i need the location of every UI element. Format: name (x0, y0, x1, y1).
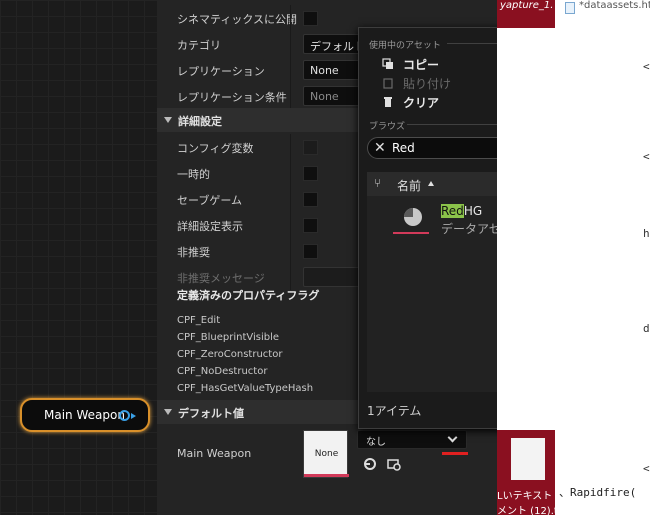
data-asset-icon (404, 208, 422, 226)
property-row-main-weapon: Main Weapon None なし (157, 423, 497, 485)
category-combo[interactable]: デフォルト (303, 34, 363, 54)
divider (290, 134, 291, 160)
flag-item: CPF_Edit (177, 315, 221, 326)
code-glyph: h (643, 227, 650, 240)
copy-label: コピー (403, 57, 440, 72)
output-pin-icon[interactable] (119, 410, 130, 421)
property-label: コンフィグ変数 (177, 142, 254, 155)
desktop-file-top[interactable]: yapture_1. (497, 0, 555, 28)
browse-header: ブラウズ (369, 122, 406, 132)
column-name-header[interactable]: 名前 (397, 177, 421, 194)
file-name-line1: Lいテキスト (497, 491, 553, 502)
use-selected-icon[interactable] (362, 456, 378, 472)
trash-icon (381, 95, 395, 109)
flag-item: CPF_NoDestructor (177, 366, 268, 377)
divider (290, 83, 291, 109)
paste-menu-item[interactable]: 貼り付け (381, 74, 451, 92)
pin-arrow-icon (131, 413, 136, 419)
property-label: カテゴリ (177, 39, 221, 52)
browse-asset-icon[interactable] (386, 456, 402, 472)
code-glyph: d (643, 322, 650, 335)
asset-name-rest: HG (463, 204, 483, 218)
code-line: 、Rapidfire( (559, 486, 637, 499)
copy-icon (381, 57, 395, 71)
asset-picker-value: なし (366, 437, 386, 448)
property-label: 非推奨メッセージ (177, 272, 265, 285)
divider (290, 5, 291, 31)
property-label: Main Weapon (177, 447, 252, 460)
copy-menu-item[interactable]: コピー (381, 55, 439, 73)
blueprint-graph[interactable]: Main Weapon (0, 0, 157, 515)
deprecation-message-input[interactable] (303, 267, 363, 287)
code-glyph: < (643, 60, 650, 73)
current-asset-header: 使用中のアセット (369, 41, 441, 51)
branch-icon[interactable]: ⑂ (374, 176, 381, 190)
item-count: 1アイテム (367, 404, 422, 418)
flag-item: CPF_BlueprintVisible (177, 332, 280, 343)
divider (290, 57, 291, 83)
advanced-display-checkbox[interactable] (303, 218, 318, 233)
annotation-underline (442, 452, 468, 455)
replication-combo[interactable]: None (303, 60, 363, 80)
background-desktop: yapture_1. *dataassets.ht < < h d < Lいテキ… (497, 0, 650, 515)
property-label: レプリケーション (177, 65, 265, 78)
divider (290, 31, 291, 57)
property-label: シネマティックスに公開 (177, 13, 298, 26)
node-label: Main Weapon (44, 408, 125, 422)
section-title: デフォルト値 (178, 407, 244, 420)
savegame-checkbox[interactable] (303, 192, 318, 207)
property-label: セーブゲーム (177, 194, 243, 207)
flag-item: CPF_HasGetValueTypeHash (177, 383, 314, 394)
clear-search-icon[interactable]: ✕ (374, 140, 386, 156)
clear-label: クリア (403, 95, 440, 110)
code-glyph: < (643, 150, 650, 163)
paste-label: 貼り付け (403, 76, 452, 91)
divider (290, 160, 291, 186)
divider (290, 212, 291, 238)
property-flags-title: 定義済みのプロパティフラグ (177, 289, 320, 302)
desktop-file-bottom[interactable]: Lいテキスト メント (12).t (497, 430, 558, 515)
paste-icon (381, 76, 395, 90)
asset-name: RedHG (441, 204, 482, 218)
asset-name-match: Red (441, 204, 464, 218)
transient-checkbox[interactable] (303, 166, 318, 181)
config-variable-checkbox[interactable] (303, 140, 318, 155)
editor-tab[interactable]: *dataassets.ht (579, 0, 650, 11)
clear-menu-item[interactable]: クリア (381, 93, 439, 111)
property-label: 非推奨 (177, 246, 210, 259)
text-file-icon (511, 438, 545, 480)
deprecated-checkbox[interactable] (303, 244, 318, 259)
variable-node-main-weapon[interactable]: Main Weapon (20, 398, 150, 432)
document-icon (565, 2, 575, 14)
file-name: yapture_1. (500, 0, 554, 11)
flag-item: CPF_ZeroConstructor (177, 349, 283, 360)
divider (290, 186, 291, 212)
thumbnail-color-bar (304, 474, 349, 477)
code-glyph: < (643, 462, 650, 475)
property-label: 一時的 (177, 168, 210, 181)
asset-picker-combo[interactable]: なし (357, 430, 467, 449)
thumbnail-label: None (314, 449, 339, 459)
divider (290, 238, 291, 264)
file-name-line2: メント (12).t (497, 506, 558, 515)
chevron-down-icon (447, 432, 458, 443)
sort-ascending-icon (428, 181, 434, 186)
property-label: 詳細設定表示 (177, 220, 243, 233)
replication-condition-combo[interactable]: None (303, 86, 363, 106)
collapse-arrow-icon (164, 117, 172, 123)
section-title: 詳細設定 (178, 115, 222, 128)
asset-thumbnail[interactable]: None (303, 430, 349, 478)
property-label: レプリケーション条件 (177, 91, 287, 104)
asset-type-color-bar (393, 232, 429, 234)
expose-cinematics-checkbox[interactable] (303, 11, 318, 26)
collapse-arrow-icon (164, 409, 172, 415)
